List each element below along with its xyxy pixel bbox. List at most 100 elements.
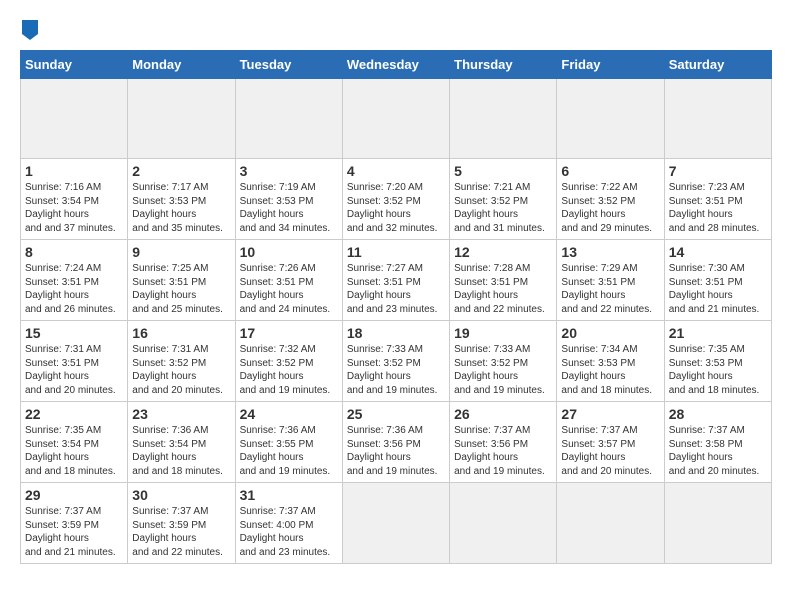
calendar-cell: 16Sunrise: 7:31 AMSunset: 3:52 PMDayligh… [128,321,235,402]
calendar-cell: 3 Sunrise: 7:19 AMSunset: 3:53 PMDaylight… [235,159,342,240]
calendar-table: SundayMondayTuesdayWednesdayThursdayFrid… [20,50,772,564]
week-row-1 [21,79,772,159]
calendar-cell: 21Sunrise: 7:35 AMSunset: 3:53 PMDayligh… [664,321,771,402]
cell-info: Sunrise: 7:21 AMSunset: 3:52 PMDaylight … [454,181,552,235]
cell-info: Sunrise: 7:20 AMSunset: 3:52 PMDaylight … [347,181,445,235]
cell-info: Sunrise: 7:37 AMSunset: 3:59 PMDaylight … [132,505,230,559]
day-number: 31 [240,487,338,503]
logo-icon [22,20,38,40]
calendar-cell: 29 Sunrise: 7:37 AMSunset: 3:59 PMDayligh… [21,483,128,564]
week-row-2: 1 Sunrise: 7:16 AMSunset: 3:54 PMDaylight… [21,159,772,240]
col-header-wednesday: Wednesday [342,51,449,79]
calendar-cell: 24 Sunrise: 7:36 AMSunset: 3:55 PMDayligh… [235,402,342,483]
week-row-5: 22 Sunrise: 7:35 AMSunset: 3:54 PMDayligh… [21,402,772,483]
cell-info: Sunrise: 7:37 AMSunset: 3:59 PMDaylight … [25,505,123,559]
day-number: 9 [132,244,230,260]
calendar-cell [557,483,664,564]
day-number: 25 [347,406,445,422]
day-number: 28 [669,406,767,422]
calendar-cell [21,79,128,159]
day-number: 26 [454,406,552,422]
calendar-cell: 2 Sunrise: 7:17 AMSunset: 3:53 PMDaylight… [128,159,235,240]
cell-info: Sunrise: 7:26 AMSunset: 3:51 PMDaylight … [240,262,338,316]
week-row-6: 29 Sunrise: 7:37 AMSunset: 3:59 PMDayligh… [21,483,772,564]
cell-info: Sunrise: 7:33 AMSunset: 3:52 PMDaylight … [347,343,445,397]
calendar-cell [664,79,771,159]
day-number: 14 [669,244,767,260]
day-number: 15 [25,325,123,341]
cell-info: Sunrise: 7:36 AMSunset: 3:55 PMDaylight … [240,424,338,478]
calendar-cell: 11 Sunrise: 7:27 AMSunset: 3:51 PMDayligh… [342,240,449,321]
cell-info: Sunrise: 7:27 AMSunset: 3:51 PMDaylight … [347,262,445,316]
day-number: 30 [132,487,230,503]
cell-info: Sunrise: 7:37 AMSunset: 4:00 PMDaylight … [240,505,338,559]
day-number: 10 [240,244,338,260]
day-number: 12 [454,244,552,260]
day-number: 5 [454,163,552,179]
week-row-3: 8 Sunrise: 7:24 AMSunset: 3:51 PMDaylight… [21,240,772,321]
calendar-cell: 14 Sunrise: 7:30 AMSunset: 3:51 PMDayligh… [664,240,771,321]
day-number: 13 [561,244,659,260]
calendar-cell: 10 Sunrise: 7:26 AMSunset: 3:51 PMDayligh… [235,240,342,321]
cell-info: Sunrise: 7:19 AMSunset: 3:53 PMDaylight … [240,181,338,235]
cell-info: Sunrise: 7:36 AMSunset: 3:54 PMDaylight … [132,424,230,478]
day-number: 11 [347,244,445,260]
day-number: 8 [25,244,123,260]
day-number: 7 [669,163,767,179]
day-number: 6 [561,163,659,179]
calendar-cell: 13 Sunrise: 7:29 AMSunset: 3:51 PMDayligh… [557,240,664,321]
day-number: 22 [25,406,123,422]
col-header-saturday: Saturday [664,51,771,79]
logo [20,20,38,40]
cell-info: Sunrise: 7:37 AMSunset: 3:58 PMDaylight … [669,424,767,478]
calendar-cell: 27Sunrise: 7:37 AMSunset: 3:57 PMDayligh… [557,402,664,483]
cell-info: Sunrise: 7:35 AMSunset: 3:54 PMDaylight … [25,424,123,478]
col-header-thursday: Thursday [450,51,557,79]
day-number: 19 [454,325,552,341]
day-number: 1 [25,163,123,179]
week-row-4: 15 Sunrise: 7:31 AMSunset: 3:51 PMDayligh… [21,321,772,402]
day-number: 23 [132,406,230,422]
day-number: 24 [240,406,338,422]
calendar-cell: 23 Sunrise: 7:36 AMSunset: 3:54 PMDayligh… [128,402,235,483]
cell-info: Sunrise: 7:28 AMSunset: 3:51 PMDaylight … [454,262,552,316]
cell-info: Sunrise: 7:31 AMSunset: 3:51 PMDaylight … [25,343,123,397]
day-number: 29 [25,487,123,503]
calendar-cell: 5 Sunrise: 7:21 AMSunset: 3:52 PMDaylight… [450,159,557,240]
cell-info: Sunrise: 7:22 AMSunset: 3:52 PMDaylight … [561,181,659,235]
day-number: 3 [240,163,338,179]
day-number: 16 [132,325,230,341]
day-number: 4 [347,163,445,179]
calendar-cell: 22 Sunrise: 7:35 AMSunset: 3:54 PMDayligh… [21,402,128,483]
day-number: 17 [240,325,338,341]
calendar-cell: 25Sunrise: 7:36 AMSunset: 3:56 PMDayligh… [342,402,449,483]
cell-info: Sunrise: 7:32 AMSunset: 3:52 PMDaylight … [240,343,338,397]
page-header [20,20,772,40]
calendar-cell: 8 Sunrise: 7:24 AMSunset: 3:51 PMDaylight… [21,240,128,321]
calendar-cell [450,79,557,159]
calendar-cell: 30 Sunrise: 7:37 AMSunset: 3:59 PMDayligh… [128,483,235,564]
col-header-monday: Monday [128,51,235,79]
calendar-cell: 19 Sunrise: 7:33 AMSunset: 3:52 PMDayligh… [450,321,557,402]
day-number: 27 [561,406,659,422]
calendar-cell: 26Sunrise: 7:37 AMSunset: 3:56 PMDayligh… [450,402,557,483]
cell-info: Sunrise: 7:33 AMSunset: 3:52 PMDaylight … [454,343,552,397]
calendar-cell [557,79,664,159]
day-number: 18 [347,325,445,341]
cell-info: Sunrise: 7:30 AMSunset: 3:51 PMDaylight … [669,262,767,316]
cell-info: Sunrise: 7:23 AMSunset: 3:51 PMDaylight … [669,181,767,235]
calendar-cell: 1 Sunrise: 7:16 AMSunset: 3:54 PMDaylight… [21,159,128,240]
day-number: 2 [132,163,230,179]
calendar-cell: 20Sunrise: 7:34 AMSunset: 3:53 PMDayligh… [557,321,664,402]
cell-info: Sunrise: 7:25 AMSunset: 3:51 PMDaylight … [132,262,230,316]
calendar-cell [342,483,449,564]
calendar-cell: 7 Sunrise: 7:23 AMSunset: 3:51 PMDaylight… [664,159,771,240]
col-header-sunday: Sunday [21,51,128,79]
cell-info: Sunrise: 7:24 AMSunset: 3:51 PMDaylight … [25,262,123,316]
cell-info: Sunrise: 7:17 AMSunset: 3:53 PMDaylight … [132,181,230,235]
col-header-tuesday: Tuesday [235,51,342,79]
cell-info: Sunrise: 7:16 AMSunset: 3:54 PMDaylight … [25,181,123,235]
cell-info: Sunrise: 7:29 AMSunset: 3:51 PMDaylight … [561,262,659,316]
day-number: 20 [561,325,659,341]
calendar-cell [128,79,235,159]
